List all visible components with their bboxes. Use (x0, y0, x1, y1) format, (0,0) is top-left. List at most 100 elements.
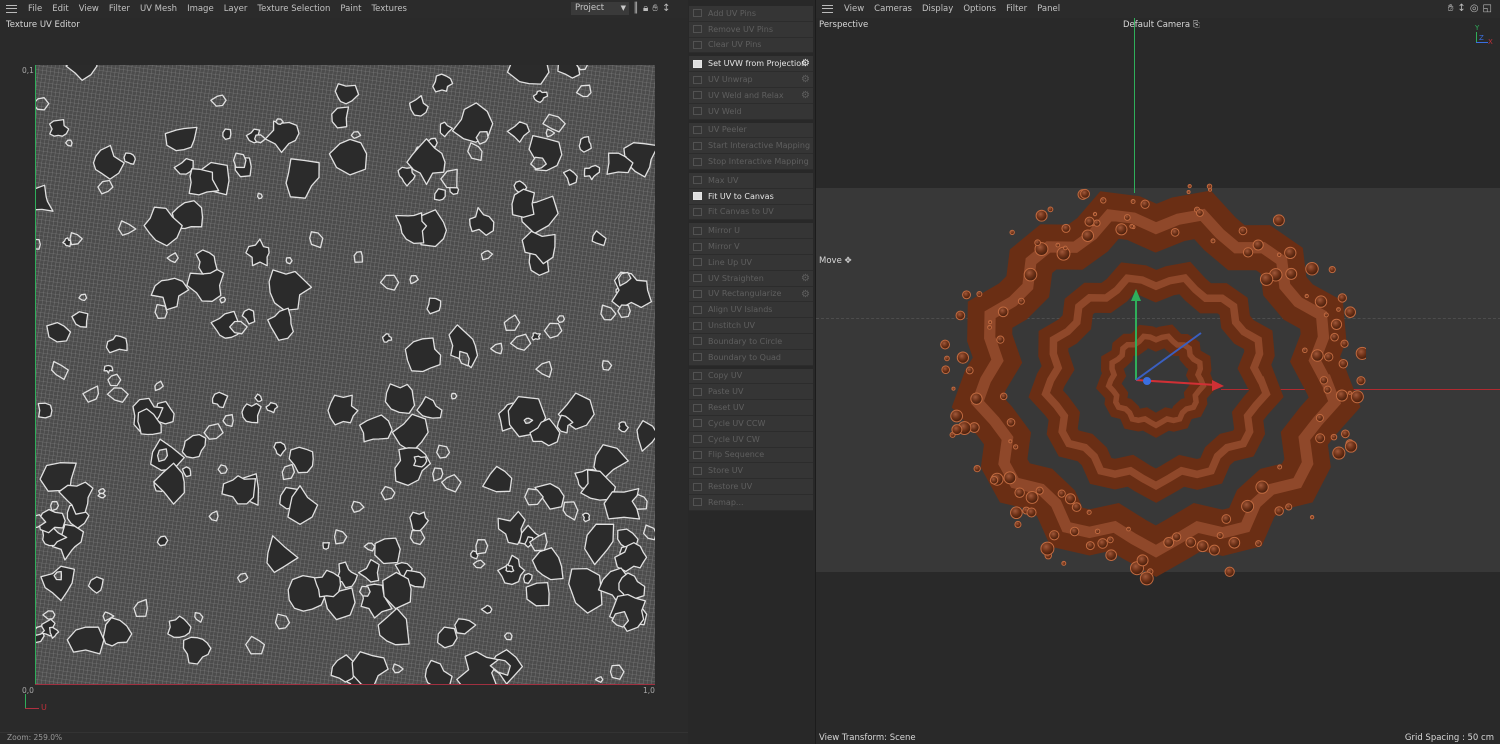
splash-droplet (1228, 536, 1241, 549)
menu-file[interactable]: File (23, 4, 47, 14)
command-icon (693, 450, 702, 459)
menu-textures[interactable]: Textures (366, 4, 412, 14)
layout-select[interactable]: Project ▼ (571, 2, 629, 15)
menu-paint[interactable]: Paint (335, 4, 366, 14)
hamburger-menu-icon[interactable] (6, 5, 17, 13)
hand-pan-icon[interactable]: ✋︎ (1448, 3, 1458, 14)
command-uv-peeler[interactable]: UV Peeler (689, 122, 813, 139)
command-align-uv-islands[interactable]: Align UV Islands (689, 302, 813, 319)
command-uv-weld[interactable]: UV Weld (689, 103, 813, 120)
x-arrow-icon[interactable] (1212, 380, 1224, 391)
rotate-icon[interactable]: ◎ (1470, 3, 1483, 14)
move-gizmo[interactable] (1116, 285, 1226, 395)
command-uv-straighten[interactable]: UV Straighten ⚙ (689, 270, 813, 287)
splash-droplet (1035, 486, 1044, 495)
splash-droplet (1255, 540, 1262, 547)
y-axis-line (1134, 18, 1135, 193)
splash-droplet (1337, 293, 1347, 303)
menu-layer[interactable]: Layer (219, 4, 253, 14)
command-copy-uv[interactable]: Copy UV (689, 368, 813, 385)
menu-panel[interactable]: Panel (1032, 4, 1065, 14)
command-icon (693, 321, 702, 330)
menu-uv-mesh[interactable]: UV Mesh (135, 4, 182, 14)
command-cycle-uv-ccw[interactable]: Cycle UV CCW (689, 415, 813, 432)
move-vertical-icon[interactable]: ↕ (662, 3, 674, 14)
command-icon (693, 387, 702, 396)
command-cycle-uv-cw[interactable]: Cycle UV CW (689, 431, 813, 448)
menu-edit[interactable]: Edit (47, 4, 73, 14)
bars-icon[interactable]: ║ (633, 3, 643, 14)
command-clear-uv-pins[interactable]: Clear UV Pins (689, 37, 813, 54)
splash-droplet (1126, 526, 1131, 532)
splash-droplet (1208, 544, 1220, 556)
command-remap[interactable]: Remap... (689, 494, 813, 511)
splash-droplet (1013, 444, 1019, 450)
splash-droplet (1139, 571, 1154, 586)
splash-droplet (1071, 502, 1082, 512)
menu-view[interactable]: View (839, 4, 869, 14)
command-unstitch-uv[interactable]: Unstitch UV (689, 318, 813, 334)
lock-icon[interactable]: 🔒︎ (643, 3, 652, 14)
command-uv-weld-and-relax[interactable]: UV Weld and Relax ⚙ (689, 87, 813, 104)
menu-texture-selection[interactable]: Texture Selection (252, 4, 335, 14)
gear-icon[interactable]: ⚙ (801, 90, 810, 101)
viewport-panel[interactable]: View Cameras Display Options Filter Pane… (815, 0, 1500, 744)
menu-options[interactable]: Options (958, 4, 1001, 14)
uv-canvas[interactable] (35, 65, 655, 685)
hand-pan-icon[interactable]: ✋︎ (652, 3, 662, 14)
splash-droplet (970, 392, 983, 405)
command-mirror-u[interactable]: Mirror U (689, 223, 813, 240)
splash-droplet (1356, 376, 1366, 386)
menu-display[interactable]: Display (917, 4, 958, 14)
command-stop-interactive-mapping[interactable]: Stop Interactive Mapping (689, 154, 813, 170)
move-vertical-icon[interactable]: ↕ (1457, 3, 1469, 14)
command-label: Align UV Islands (708, 305, 773, 315)
menu-filter[interactable]: Filter (1001, 4, 1032, 14)
splash-droplet (1340, 339, 1349, 348)
command-set-uvw-from-projection[interactable]: Set UVW from Projection ⚙ (689, 56, 813, 73)
splash-droplet (951, 424, 963, 436)
gear-icon[interactable]: ⚙ (801, 58, 810, 69)
command-uv-rectangularize[interactable]: UV Rectangularize ⚙ (689, 286, 813, 303)
command-line-up-uv[interactable]: Line Up UV (689, 254, 813, 271)
camera-name[interactable]: Default Camera ⎘ (1123, 20, 1200, 30)
menu-cameras[interactable]: Cameras (869, 4, 917, 14)
splash-droplet (1272, 214, 1285, 227)
command-start-interactive-mapping[interactable]: Start Interactive Mapping (689, 138, 813, 155)
command-mirror-v[interactable]: Mirror V (689, 239, 813, 255)
menu-view[interactable]: View (74, 4, 104, 14)
gear-icon[interactable]: ⚙ (801, 74, 810, 85)
command-reset-uv[interactable]: Reset UV (689, 400, 813, 416)
panel-title: Texture UV Editor (6, 20, 80, 30)
menu-filter[interactable]: Filter (104, 4, 135, 14)
viewport-menubar: View Cameras Display Options Filter Pane… (816, 0, 1500, 18)
command-store-uv[interactable]: Store UV (689, 463, 813, 480)
z-handle-icon[interactable] (1143, 377, 1151, 385)
command-boundary-to-circle[interactable]: Boundary to Circle (689, 333, 813, 350)
y-arrow-icon[interactable] (1131, 289, 1141, 301)
command-fit-canvas-to-uv[interactable]: Fit Canvas to UV (689, 204, 813, 221)
splash-droplet (1123, 214, 1131, 221)
splash-droplet (1355, 346, 1366, 360)
command-paste-uv[interactable]: Paste UV (689, 384, 813, 401)
command-max-uv[interactable]: Max UV (689, 172, 813, 189)
maximize-panel-icon[interactable]: ◱ (1483, 3, 1496, 14)
splash-droplet (940, 339, 950, 350)
command-uv-unwrap[interactable]: UV Unwrap ⚙ (689, 72, 813, 88)
gear-icon[interactable]: ⚙ (801, 289, 810, 300)
menu-image[interactable]: Image (182, 4, 219, 14)
gear-icon[interactable]: ⚙ (801, 273, 810, 284)
command-label: Boundary to Quad (708, 352, 781, 362)
splash-droplet (965, 366, 974, 375)
command-restore-uv[interactable]: Restore UV (689, 479, 813, 495)
command-boundary-to-quad[interactable]: Boundary to Quad (689, 349, 813, 366)
command-add-uv-pins[interactable]: Add UV Pins (689, 6, 813, 22)
splash-droplet (1023, 267, 1038, 282)
hamburger-menu-icon[interactable] (822, 5, 833, 13)
splash-droplet (1093, 219, 1101, 227)
splash-droplet (997, 306, 1009, 318)
command-fit-uv-to-canvas[interactable]: Fit UV to Canvas (689, 188, 813, 205)
command-flip-sequence[interactable]: Flip Sequence (689, 447, 813, 464)
splash-droplet (1081, 229, 1095, 242)
command-remove-uv-pins[interactable]: Remove UV Pins (689, 21, 813, 38)
